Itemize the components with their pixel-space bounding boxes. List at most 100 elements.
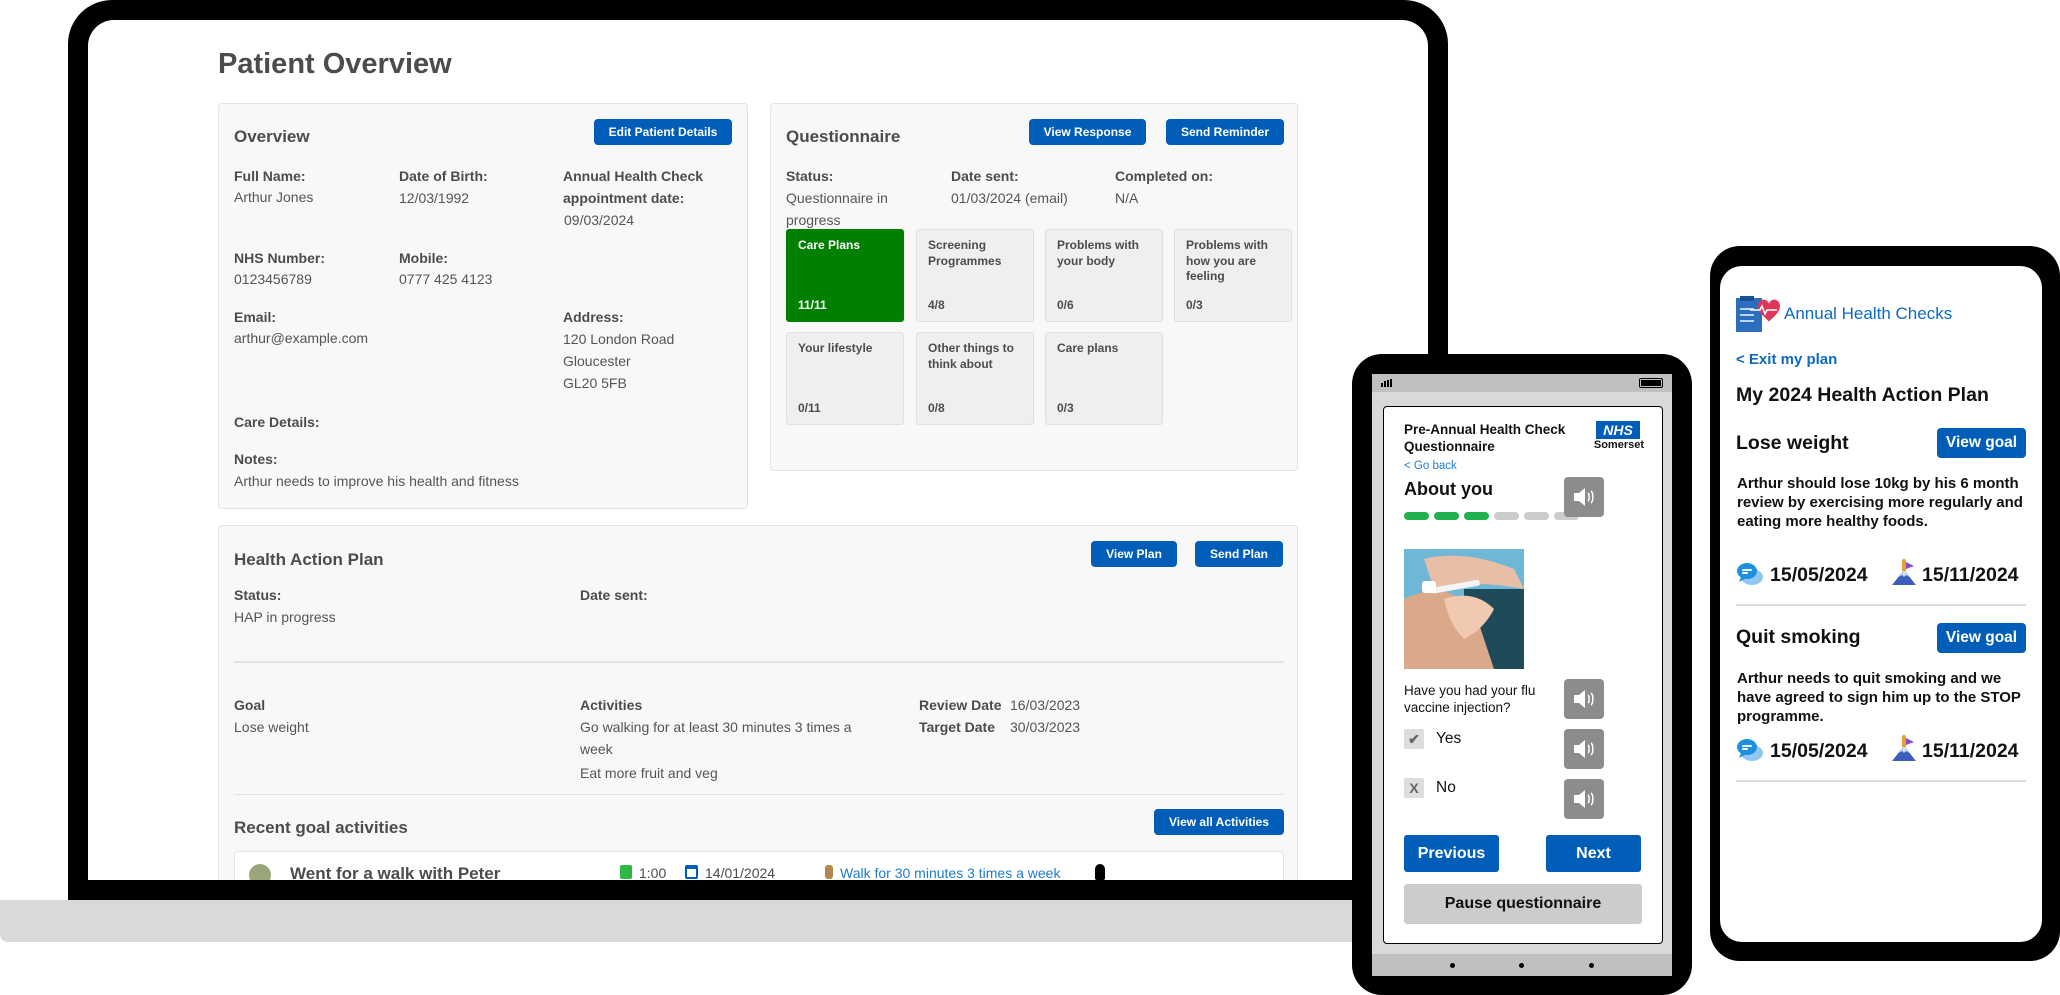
hap-divider-2 — [234, 794, 1284, 795]
speaker-icon — [1574, 790, 1594, 808]
nav-recent-dot[interactable] — [1589, 963, 1594, 968]
nav-back-dot[interactable] — [1450, 963, 1455, 968]
hap-card: Health Action Plan View Plan Send Plan S… — [218, 525, 1298, 880]
battery-icon — [1639, 378, 1663, 388]
speaker-button-yes[interactable] — [1564, 729, 1604, 769]
mobile-label: Mobile: — [399, 250, 448, 266]
q-status-line-1: Questionnaire in — [786, 190, 888, 206]
option-yes-checkbox[interactable]: ✔ — [1404, 729, 1424, 749]
send-reminder-button[interactable]: Send Reminder — [1166, 119, 1284, 145]
section-count: 4/8 — [928, 297, 945, 312]
view-goal-button[interactable]: View goal — [1937, 623, 2026, 653]
target-date: 15/11/2024 — [1922, 564, 2019, 586]
signal-icon — [1381, 379, 1392, 387]
recent-activity-row[interactable]: Went for a walk with Peter 1:00 14/01/20… — [234, 851, 1284, 880]
brand-name: Annual Health Checks — [1784, 304, 1953, 323]
q-date-sent-label: Date sent: — [951, 168, 1019, 184]
questionnaire-section-tile[interactable]: Care Plans 11/11 — [786, 229, 904, 322]
target-date-value: 30/03/2023 — [1010, 719, 1081, 735]
tablet-screen: Pre-Annual Health Check Questionnaire NH… — [1383, 406, 1663, 944]
option-yes-label[interactable]: Yes — [1436, 730, 1461, 748]
ahc-date-value: 09/03/2024 — [564, 212, 635, 228]
speaker-button-question[interactable] — [1564, 679, 1604, 719]
q-completed-label: Completed on: — [1115, 168, 1213, 184]
progress-step — [1494, 512, 1519, 520]
questionnaire-heading: Questionnaire — [786, 127, 901, 146]
full-name-value: Arthur Jones — [234, 189, 314, 205]
hap-divider-1 — [234, 661, 1284, 663]
recent-activities-heading: Recent goal activities — [234, 818, 408, 837]
questionnaire-section-tile[interactable]: Problems with how you are feeling 0/3 — [1174, 229, 1292, 322]
exit-plan-link[interactable]: < Exit my plan — [1736, 351, 1837, 368]
view-response-button[interactable]: View Response — [1029, 119, 1146, 145]
address-line-3: GL20 5FB — [563, 375, 627, 391]
section-count: 11/11 — [798, 297, 827, 312]
pause-questionnaire-button[interactable]: Pause questionnaire — [1404, 884, 1642, 924]
q-status-label: Status: — [786, 168, 834, 184]
view-plan-button[interactable]: View Plan — [1091, 541, 1177, 567]
activity-goal-link[interactable]: Walk for 30 minutes 3 times a week — [840, 865, 1060, 880]
page-title: Patient Overview — [218, 48, 452, 80]
section-title: Your lifestyle — [798, 341, 873, 355]
dob-value: 12/03/1992 — [399, 190, 470, 206]
speaker-button-no[interactable] — [1564, 779, 1604, 819]
laptop-base — [0, 900, 1380, 942]
review-date-value: 16/03/2023 — [1010, 697, 1081, 713]
notes-value: Arthur needs to improve his health and f… — [234, 473, 519, 489]
questionnaire-section-tile[interactable]: Screening Programmes 4/8 — [916, 229, 1034, 322]
nhs-number-value: 0123456789 — [234, 271, 312, 287]
questionnaire-title: Pre-Annual Health Check Questionnaire — [1404, 422, 1566, 454]
review-date-label: Review Date — [919, 697, 1002, 713]
mobile-value: 0777 425 4123 — [399, 271, 493, 287]
notes-label: Notes: — [234, 451, 278, 467]
questionnaire-card: Questionnaire View Response Send Reminde… — [770, 103, 1298, 471]
edit-patient-details-button[interactable]: Edit Patient Details — [594, 119, 732, 145]
option-no-checkbox[interactable]: X — [1404, 778, 1424, 798]
view-all-activities-button[interactable]: View all Activities — [1154, 809, 1284, 835]
nhs-org-name: Somerset — [1593, 439, 1644, 451]
review-chat-icon — [1737, 739, 1763, 761]
previous-button[interactable]: Previous — [1404, 835, 1499, 872]
phone-screen: Annual Health Checks < Exit my plan My 2… — [1720, 266, 2042, 942]
progress-step — [1404, 512, 1429, 520]
goal-label: Goal — [234, 697, 266, 713]
review-date: 15/05/2024 — [1770, 740, 1868, 762]
activity-1: Go walking for at least 30 minutes 3 tim… — [580, 719, 852, 757]
full-name-label: Full Name: — [234, 168, 306, 184]
duration-icon — [620, 865, 632, 879]
calendar-icon — [685, 865, 698, 879]
questionnaire-section-tile[interactable]: Your lifestyle 0/11 — [786, 332, 904, 425]
section-count: 0/11 — [798, 400, 821, 415]
nhs-logo: NHS — [1596, 421, 1640, 439]
section-count: 0/3 — [1186, 297, 1203, 312]
speaker-icon — [1574, 740, 1594, 758]
option-no-label[interactable]: No — [1436, 779, 1456, 797]
questionnaire-section-tile[interactable]: Problems with your body 0/6 — [1045, 229, 1163, 322]
address-line-2: Gloucester — [563, 353, 631, 369]
questionnaire-section-tile[interactable]: Other things to think about 0/8 — [916, 332, 1034, 425]
activities-label: Activities — [580, 697, 643, 713]
progress-step — [1434, 512, 1459, 520]
send-plan-button[interactable]: Send Plan — [1195, 541, 1283, 567]
goal-title: Lose weight — [1736, 432, 1849, 454]
target-summit-icon — [1892, 735, 1916, 761]
nav-home-dot[interactable] — [1519, 963, 1524, 968]
speaker-button-section[interactable] — [1564, 477, 1604, 517]
section-count: 0/8 — [928, 400, 945, 415]
activity-duration: 1:00 — [639, 865, 667, 880]
view-goal-button[interactable]: View goal — [1937, 428, 2026, 458]
target-summit-icon — [1892, 559, 1916, 585]
section-title: Problems with your body — [1057, 238, 1140, 268]
dob-label: Date of Birth: — [399, 168, 488, 184]
next-button[interactable]: Next — [1546, 835, 1641, 872]
questionnaire-section-tile[interactable]: Care plans 0/3 — [1045, 332, 1163, 425]
q-status-line-2: progress — [786, 212, 841, 228]
section-title: Problems with how you are feeling — [1186, 238, 1269, 283]
goal-description: Arthur needs to quit smoking and we have… — [1737, 670, 2021, 725]
goal-divider — [1736, 604, 2026, 606]
walking-icon — [825, 865, 833, 879]
activity-2: Eat more fruit and veg — [580, 765, 718, 781]
speaker-icon — [1574, 488, 1594, 506]
go-back-link[interactable]: < Go back — [1404, 460, 1457, 472]
email-value: arthur@example.com — [234, 330, 369, 346]
